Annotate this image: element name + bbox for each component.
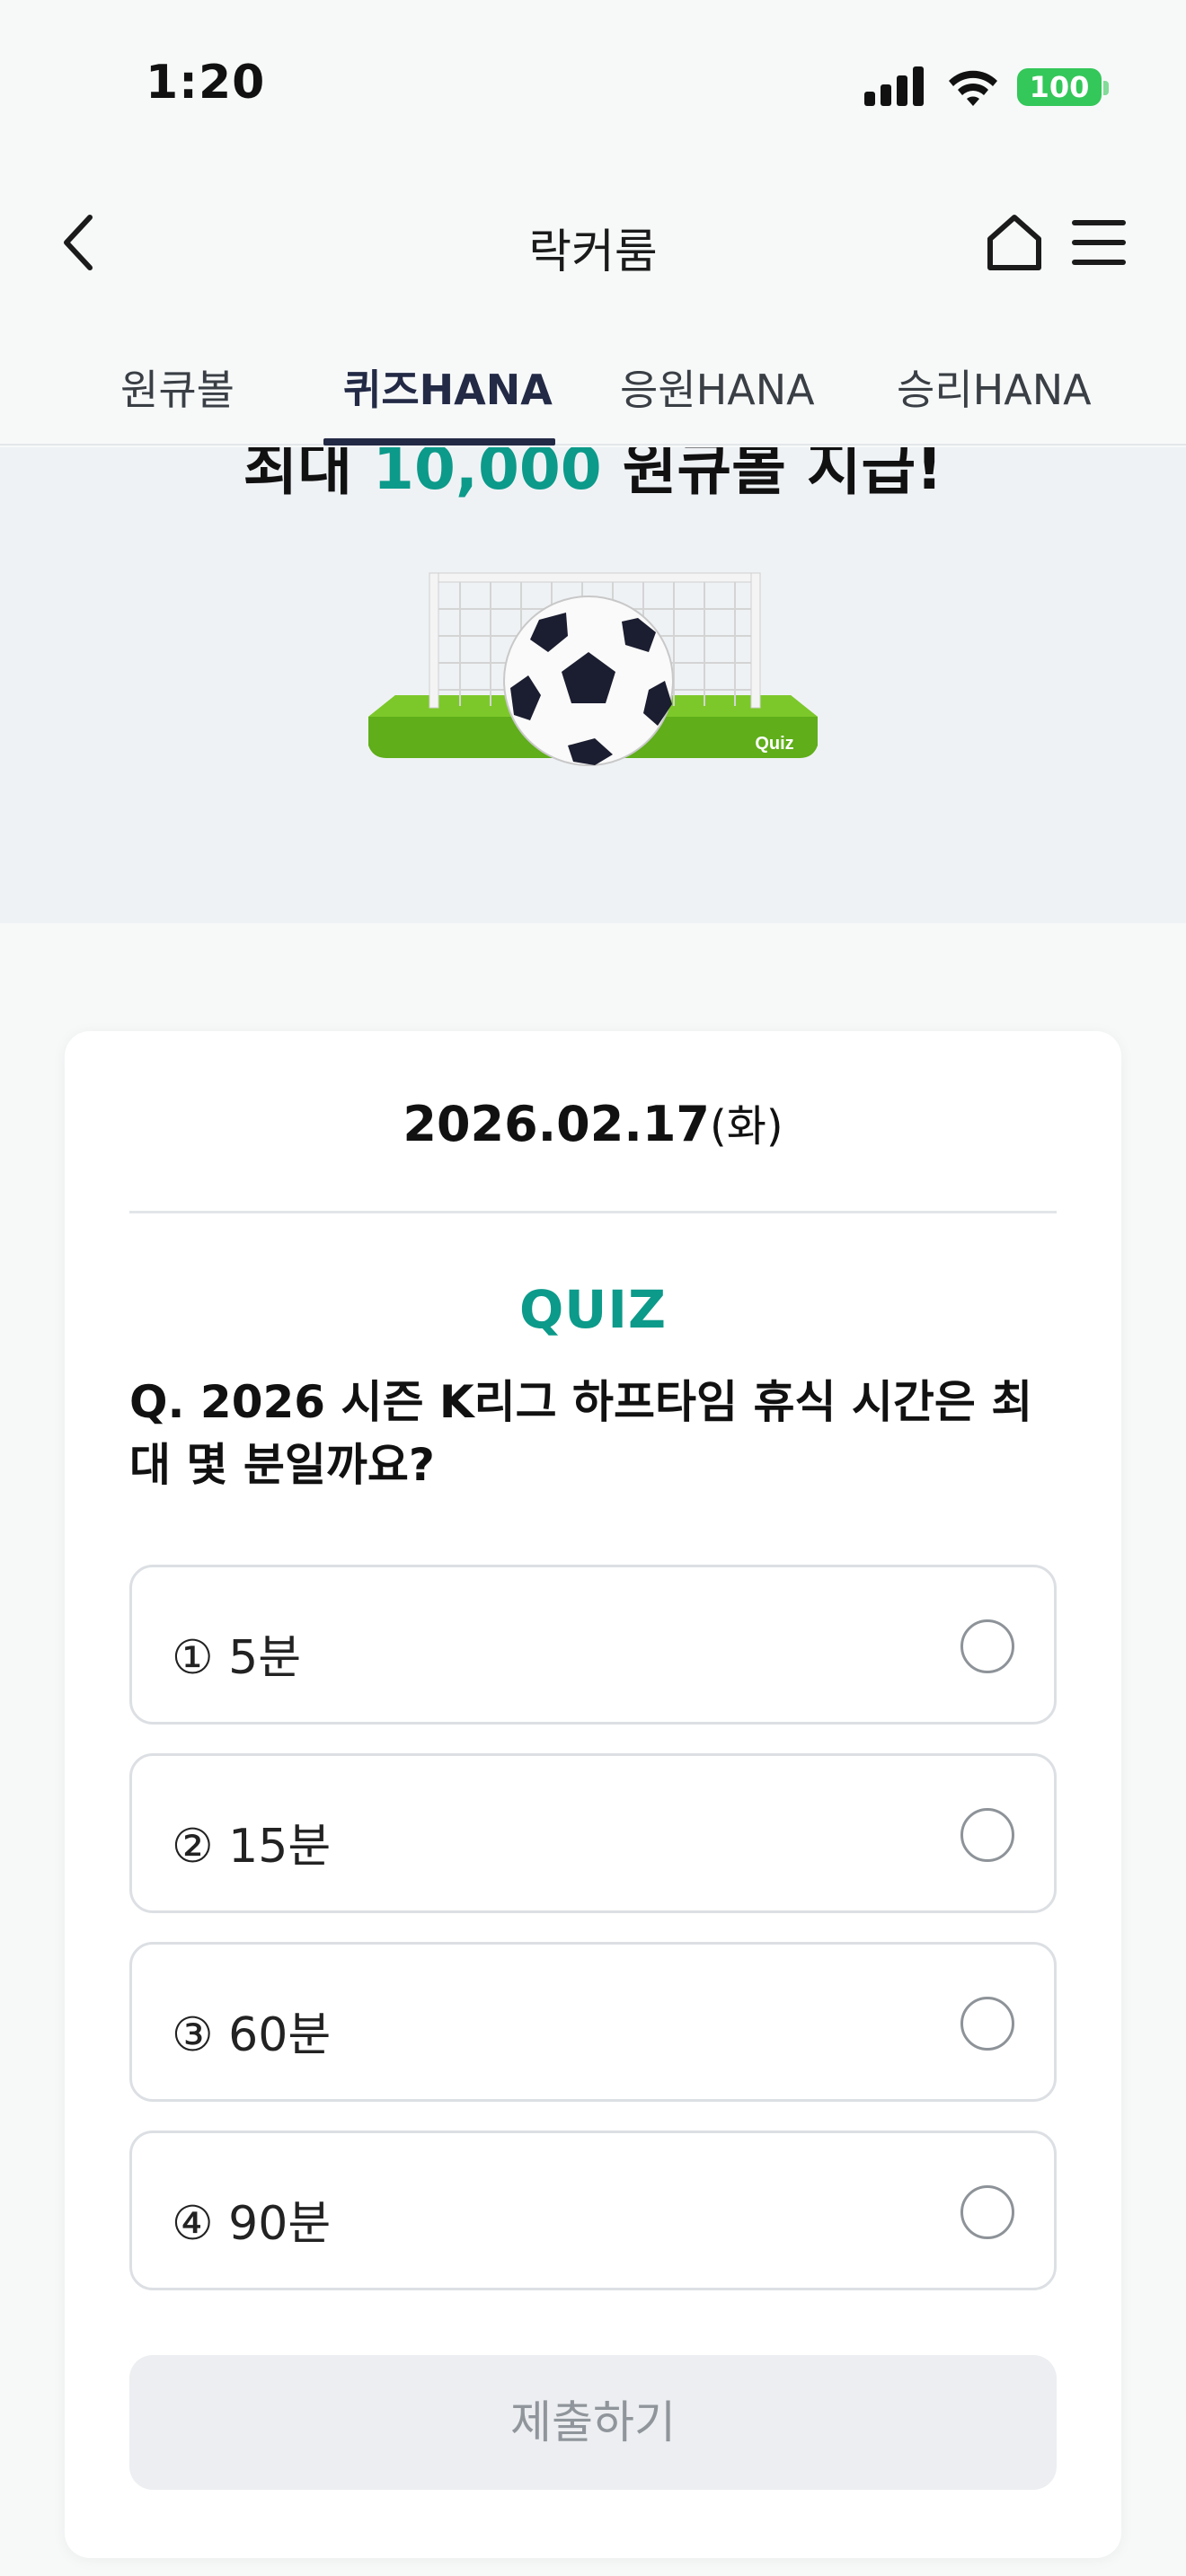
- quiz-option-label: ④ 90분: [172, 2197, 332, 2251]
- quiz-date: 2026.02.17(화): [65, 1090, 1121, 1153]
- tab-onecue-ball[interactable]: 원큐볼: [120, 357, 235, 417]
- quiz-date-value: 2026.02.17: [403, 1096, 710, 1152]
- tab-bar: 원큐볼 퀴즈HANA 응원HANA 승리HANA: [0, 314, 1186, 446]
- nav-header: 락커룸: [0, 171, 1186, 314]
- quiz-banner: 최대 10,000 원큐볼 지급! Quiz: [0, 447, 1186, 923]
- quiz-question: Q. 2026 시즌 K리그 하프타임 휴식 시간은 최대 몇 분일까요?: [129, 1376, 1033, 1491]
- quiz-option-label: ② 15분: [172, 1820, 332, 1874]
- quiz-day-of-week: (화): [710, 1101, 783, 1151]
- home-button[interactable]: [979, 207, 1049, 277]
- quiz-option-label: ③ 60분: [172, 2008, 332, 2062]
- wifi-icon: [949, 70, 997, 106]
- soccer-goal-illustration: Quiz: [368, 572, 818, 766]
- tab-quiz-hana[interactable]: 퀴즈HANA: [343, 357, 553, 417]
- submit-button[interactable]: 제출하기: [129, 2355, 1057, 2490]
- quiz-option-2[interactable]: ② 15분: [129, 1753, 1057, 1913]
- banner-headline: 최대 10,000 원큐볼 지급!: [0, 447, 1186, 507]
- quiz-option-label: ① 5분: [172, 1631, 302, 1685]
- divider: [129, 1211, 1057, 1213]
- banner-headline-amount: 10,000: [373, 447, 602, 503]
- battery-tip: [1103, 81, 1109, 95]
- radio-button-icon[interactable]: [960, 1808, 1014, 1862]
- banner-art-label: Quiz: [755, 734, 793, 754]
- quiz-option-3[interactable]: ③ 60분: [129, 1942, 1057, 2102]
- banner-headline-suffix: 원큐볼 지급!: [601, 447, 943, 503]
- radio-button-icon[interactable]: [960, 1997, 1014, 2051]
- quiz-option-4[interactable]: ④ 90분: [129, 2130, 1057, 2290]
- active-tab-indicator: [323, 438, 555, 446]
- quiz-option-1[interactable]: ① 5분: [129, 1565, 1057, 1725]
- battery-icon: 100: [1017, 68, 1102, 106]
- tab-win-hana[interactable]: 승리HANA: [897, 357, 1092, 417]
- banner-headline-prefix: 최대: [243, 447, 374, 503]
- cellular-signal-icon: [864, 65, 924, 106]
- quiz-label: QUIZ: [518, 1279, 668, 1340]
- status-time: 1:20: [146, 56, 266, 110]
- menu-button[interactable]: [1064, 207, 1134, 277]
- status-bar: 1:20 100: [0, 0, 1186, 171]
- radio-button-icon[interactable]: [960, 1619, 1014, 1673]
- radio-button-icon[interactable]: [960, 2185, 1014, 2239]
- quiz-card: 2026.02.17(화) QUIZ Q. 2026 시즌 K리그 하프타임 휴…: [65, 1031, 1121, 2558]
- tab-cheer-hana[interactable]: 응원HANA: [620, 357, 815, 417]
